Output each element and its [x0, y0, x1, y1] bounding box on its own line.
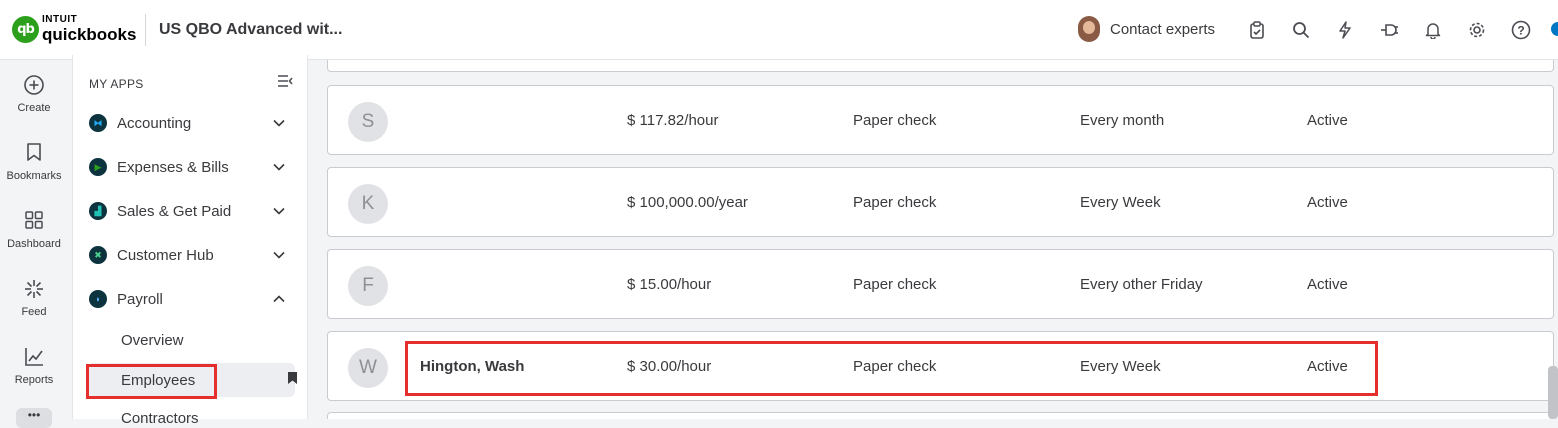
my-apps-heading: MY APPS: [89, 77, 144, 91]
plus-circle-icon: [0, 74, 68, 98]
help-icon[interactable]: ?: [1509, 18, 1533, 42]
bookmark-icon: [0, 142, 68, 166]
clipboard-icon[interactable]: [1245, 18, 1269, 42]
search-icon[interactable]: [1289, 18, 1313, 42]
expert-avatar: [1078, 16, 1100, 42]
left-rail: Create Bookmarks Dashboard Feed Reports …: [0, 60, 68, 428]
payroll-icon: ◗: [89, 290, 107, 308]
sparkle-icon: [0, 278, 68, 302]
table-row[interactable]: F $ 15.00/hour Paper check Every other F…: [327, 249, 1554, 319]
pay-frequency: Every Week: [1080, 194, 1161, 211]
table-row[interactable]: [327, 412, 1554, 419]
employee-avatar: F: [348, 266, 388, 306]
top-bar: qb INTUIT quickbooks US QBO Advanced wit…: [0, 0, 1558, 60]
sidebar-item-label: Accounting: [117, 114, 192, 132]
sidebar-item-label: Sales & Get Paid: [117, 202, 232, 220]
pay-method: Paper check: [853, 194, 937, 211]
header-divider: [145, 14, 146, 46]
pay-rate: $ 15.00/hour: [627, 276, 712, 293]
profile-avatar[interactable]: [1551, 22, 1558, 36]
chevron-down-icon: [273, 248, 285, 262]
contact-experts-label: Contact experts: [1110, 20, 1216, 38]
company-name[interactable]: US QBO Advanced wit...: [159, 21, 342, 39]
rail-more-button[interactable]: •••: [16, 408, 52, 428]
sidebar-item-label: Payroll: [117, 290, 163, 308]
table-row[interactable]: [327, 60, 1554, 72]
logo-brand-text: quickbooks: [42, 25, 137, 44]
rail-create[interactable]: Create: [0, 74, 68, 114]
sales-icon: ▟: [89, 202, 107, 220]
employee-avatar: W: [348, 348, 388, 388]
bookmark-filled-icon[interactable]: [287, 371, 298, 388]
customer-hub-icon: ✖: [89, 246, 107, 264]
accounting-icon: ⧓: [89, 114, 107, 132]
sidebar-item-payroll[interactable]: ◗ Payroll: [89, 284, 293, 314]
status-text: Active: [1307, 112, 1348, 129]
chevron-down-icon: [273, 204, 285, 218]
pay-rate: $ 100,000.00/year: [627, 194, 748, 211]
chevron-down-icon: [273, 160, 285, 174]
pay-method: Paper check: [853, 276, 937, 293]
chevron-up-icon: [273, 292, 285, 306]
employees-highlight-box: [86, 364, 217, 399]
rail-dashboard[interactable]: Dashboard: [0, 210, 68, 250]
chevron-down-icon: [273, 116, 285, 130]
rail-feed-label: Feed: [21, 306, 47, 318]
sidebar-item-label: Expenses & Bills: [117, 158, 229, 176]
rail-create-label: Create: [17, 102, 51, 114]
sidebar-item-accounting[interactable]: ⧓ Accounting: [89, 108, 293, 138]
qb-logo-icon: qb: [12, 15, 39, 43]
lightning-icon[interactable]: [1333, 18, 1357, 42]
chart-icon: [0, 346, 68, 370]
grid-icon: [0, 210, 68, 234]
pay-rate: $ 117.82/hour: [627, 112, 719, 129]
scrollbar-thumb[interactable]: [1548, 366, 1558, 419]
rail-bookmarks[interactable]: Bookmarks: [0, 142, 68, 182]
rail-reports-label: Reports: [14, 374, 54, 386]
employee-avatar: K: [348, 184, 388, 224]
expenses-icon: ▶: [89, 158, 107, 176]
gear-icon[interactable]: [1465, 18, 1489, 42]
logo-intuit-text: INTUIT: [42, 14, 78, 25]
sidebar-item-customer-hub[interactable]: ✖ Customer Hub: [89, 240, 293, 270]
collapse-panel-icon[interactable]: [277, 74, 293, 91]
sidebar-subitem-overview[interactable]: Overview: [121, 332, 184, 349]
table-row[interactable]: K $ 100,000.00/year Paper check Every We…: [327, 167, 1554, 237]
employee-avatar: S: [348, 102, 388, 142]
svg-text:?: ?: [1517, 24, 1524, 38]
pay-frequency: Every month: [1080, 112, 1165, 129]
contact-experts-button[interactable]: Contact experts: [1078, 16, 1215, 42]
table-row[interactable]: S $ 117.82/hour Paper check Every month …: [327, 85, 1554, 155]
rail-feed[interactable]: Feed: [0, 278, 68, 318]
sidebar-item-expenses[interactable]: ▶ Expenses & Bills: [89, 152, 293, 182]
pay-frequency: Every other Friday: [1080, 276, 1203, 293]
plug-icon[interactable]: [1377, 18, 1401, 42]
bell-icon[interactable]: [1421, 18, 1445, 42]
rail-dashboard-label: Dashboard: [7, 238, 61, 250]
row-highlight-box: [405, 341, 1378, 396]
rail-reports[interactable]: Reports: [0, 346, 68, 386]
status-text: Active: [1307, 276, 1348, 293]
pay-method: Paper check: [853, 112, 937, 129]
rail-bookmarks-label: Bookmarks: [6, 170, 62, 182]
quickbooks-logo[interactable]: qb INTUIT quickbooks: [12, 15, 136, 43]
sidebar-item-sales[interactable]: ▟ Sales & Get Paid: [89, 196, 293, 226]
status-text: Active: [1307, 194, 1348, 211]
sidebar-item-label: Customer Hub: [117, 246, 214, 264]
